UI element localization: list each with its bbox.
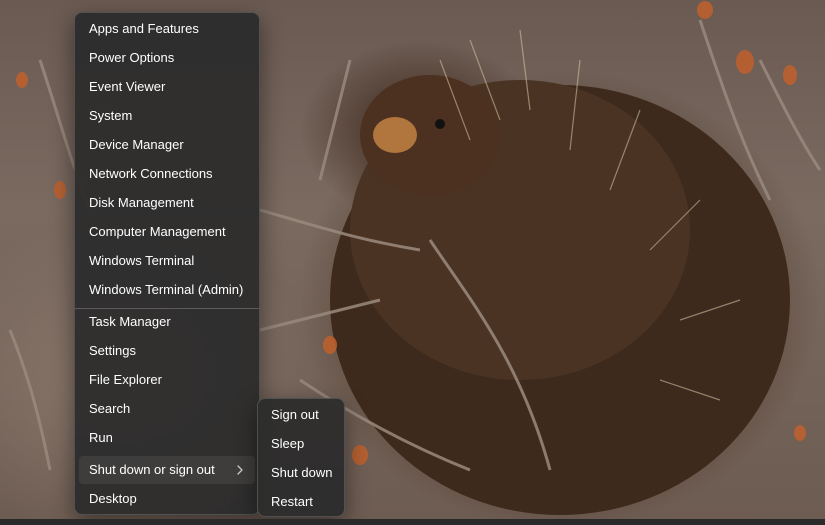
menu-item-network-connections[interactable]: Network Connections <box>79 160 255 188</box>
menu-item-power-options[interactable]: Power Options <box>79 44 255 72</box>
menu-item-label: Apps and Features <box>89 21 199 36</box>
taskbar-edge <box>0 519 825 525</box>
submenu-item-sign-out[interactable]: Sign out <box>261 401 341 429</box>
submenu-item-label: Sleep <box>271 436 305 451</box>
menu-item-label: Run <box>89 430 113 445</box>
menu-item-label: Shut down or sign out <box>89 462 215 477</box>
menu-item-system[interactable]: System <box>79 102 255 130</box>
quick-link-menu: Apps and Features Power Options Event Vi… <box>74 12 260 515</box>
menu-item-settings[interactable]: Settings <box>79 337 255 365</box>
menu-item-label: Disk Management <box>89 195 194 210</box>
submenu-item-restart[interactable]: Restart <box>261 488 341 516</box>
menu-item-label: Windows Terminal (Admin) <box>89 282 244 297</box>
menu-item-computer-management[interactable]: Computer Management <box>79 218 255 246</box>
submenu-item-label: Sign out <box>271 407 319 422</box>
menu-item-task-manager[interactable]: Task Manager <box>79 308 255 336</box>
menu-item-label: Search <box>89 401 131 416</box>
menu-item-label: Computer Management <box>89 224 226 239</box>
menu-item-label: Event Viewer <box>89 79 166 94</box>
menu-item-label: Settings <box>89 343 136 358</box>
shut-down-submenu: Sign out Sleep Shut down Restart <box>257 398 345 517</box>
menu-item-event-viewer[interactable]: Event Viewer <box>79 73 255 101</box>
menu-item-run[interactable]: Run <box>79 424 255 452</box>
menu-item-label: System <box>89 108 133 123</box>
menu-item-label: Desktop <box>89 491 137 506</box>
menu-item-label: Network Connections <box>89 166 213 181</box>
menu-item-device-manager[interactable]: Device Manager <box>79 131 255 159</box>
menu-item-file-explorer[interactable]: File Explorer <box>79 366 255 394</box>
menu-item-shut-down-or-sign-out[interactable]: Shut down or sign out <box>79 456 255 484</box>
menu-item-label: Device Manager <box>89 137 184 152</box>
menu-item-label: Windows Terminal <box>89 253 195 268</box>
menu-item-label: Power Options <box>89 50 175 65</box>
menu-item-apps-and-features[interactable]: Apps and Features <box>79 15 255 43</box>
submenu-item-label: Shut down <box>271 465 333 480</box>
menu-item-windows-terminal[interactable]: Windows Terminal <box>79 247 255 275</box>
menu-item-label: Task Manager <box>89 314 171 329</box>
submenu-item-shut-down[interactable]: Shut down <box>261 459 341 487</box>
menu-item-desktop[interactable]: Desktop <box>79 485 255 513</box>
chevron-right-icon <box>237 465 243 475</box>
menu-item-label: File Explorer <box>89 372 162 387</box>
menu-item-search[interactable]: Search <box>79 395 255 423</box>
submenu-item-label: Restart <box>271 494 313 509</box>
menu-item-windows-terminal-admin[interactable]: Windows Terminal (Admin) <box>79 276 255 304</box>
submenu-item-sleep[interactable]: Sleep <box>261 430 341 458</box>
menu-item-disk-management[interactable]: Disk Management <box>79 189 255 217</box>
